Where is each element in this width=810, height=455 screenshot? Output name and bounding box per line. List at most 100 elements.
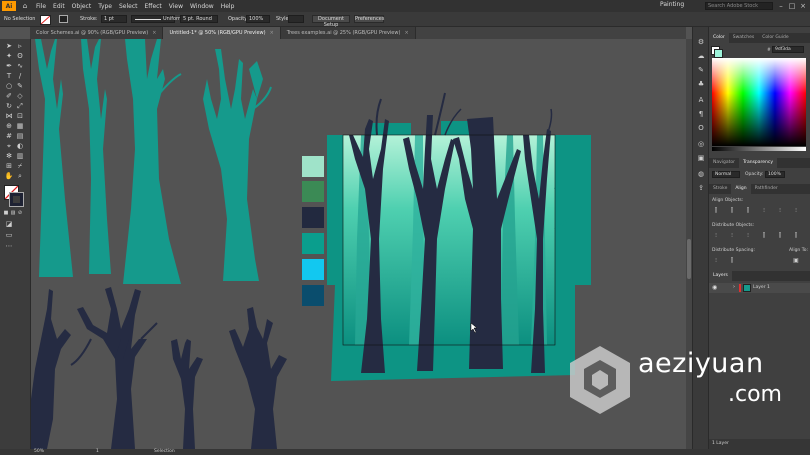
selection-tool-icon[interactable]: ➤ xyxy=(4,42,14,51)
symbol-sprayer-icon[interactable]: ✻ xyxy=(4,152,14,161)
tab-layers[interactable]: Layers xyxy=(709,271,732,281)
align-left-icon[interactable]: ⫿ xyxy=(713,207,719,214)
curvature-tool-icon[interactable]: ∿ xyxy=(15,62,25,71)
expand-layer-icon[interactable]: › xyxy=(733,284,735,290)
distribute-vcenter-icon[interactable]: ⫶ xyxy=(729,232,735,239)
color-mode-icon[interactable]: ■ xyxy=(3,209,9,218)
menu-view[interactable]: View xyxy=(169,3,183,10)
free-transform-icon[interactable]: ⊡ xyxy=(15,112,25,121)
graphic-styles-icon[interactable]: ▣ xyxy=(696,153,706,163)
distribute-right-icon[interactable]: ⫿ xyxy=(793,232,799,239)
graphic-style-picker[interactable] xyxy=(288,15,304,23)
distribute-top-icon[interactable]: ⫶ xyxy=(713,232,719,239)
pen-tool-icon[interactable]: ✒ xyxy=(4,62,14,71)
menu-object[interactable]: Object xyxy=(72,3,92,10)
screen-mode-icon[interactable]: ▭ xyxy=(4,231,14,240)
appearance-icon[interactable]: ◎ xyxy=(696,139,706,149)
transparency-opacity-field[interactable]: 100% xyxy=(765,171,785,178)
gradient-mode-icon[interactable]: ▨ xyxy=(10,209,16,218)
gradient-tool-icon[interactable]: ▤ xyxy=(15,132,25,141)
tab-stroke[interactable]: Stroke xyxy=(709,184,731,194)
zoom-tool-icon[interactable]: ⌕ xyxy=(15,172,25,181)
scale-tool-icon[interactable]: ⤢ xyxy=(15,102,25,111)
status-mode[interactable]: Selection xyxy=(154,449,175,455)
artboard-number[interactable]: 1 xyxy=(96,449,99,455)
menu-select[interactable]: Select xyxy=(119,3,138,10)
tab-align[interactable]: Align xyxy=(731,184,751,194)
panel-stroke-swatch[interactable] xyxy=(714,49,723,58)
magic-wand-icon[interactable]: ✦ xyxy=(4,52,14,61)
slice-tool-icon[interactable]: ⌿ xyxy=(15,162,25,171)
shape-builder-icon[interactable]: ⊕ xyxy=(4,122,14,131)
workspace-switcher[interactable]: Painting xyxy=(660,1,684,8)
eraser-tool-icon[interactable]: ◇ xyxy=(15,92,25,101)
stroke-weight-field[interactable]: 1 pt xyxy=(101,15,127,23)
align-vcenter-icon[interactable]: ⫶ xyxy=(777,207,783,214)
layer-row[interactable]: ◉ › Layer 1 xyxy=(709,283,810,293)
direct-selection-tool-icon[interactable]: ▹ xyxy=(15,42,25,51)
preferences-button[interactable]: Preferences xyxy=(354,15,384,23)
document-setup-button[interactable]: Document Setup xyxy=(312,15,350,28)
edit-toolbar-icon[interactable]: ⋯ xyxy=(4,242,14,251)
symbols-icon[interactable]: ♣ xyxy=(696,79,706,89)
draw-mode-icon[interactable]: ◪ xyxy=(4,220,14,229)
tab-trees-examples[interactable]: Trees examples.ai @ 25% (RGB/GPU Preview… xyxy=(280,27,416,39)
opentype-icon[interactable]: O xyxy=(696,123,706,133)
tab-color-guide[interactable]: Color Guide xyxy=(758,33,792,43)
menu-window[interactable]: Window xyxy=(190,3,214,10)
brushes-icon[interactable]: ✎ xyxy=(696,65,706,75)
tab-navigator[interactable]: Navigator xyxy=(709,158,739,168)
tab-color[interactable]: Color xyxy=(709,33,729,43)
distribute-bottom-icon[interactable]: ⫶ xyxy=(745,232,751,239)
mesh-tool-icon[interactable]: # xyxy=(4,132,14,141)
lasso-tool-icon[interactable]: ʘ xyxy=(15,52,25,61)
tab-transparency[interactable]: Transparency xyxy=(739,158,778,168)
menu-edit[interactable]: Edit xyxy=(53,3,65,10)
ellipse-tool-icon[interactable]: ○ xyxy=(4,82,14,91)
stock-search-input[interactable]: Search Adobe Stock xyxy=(705,2,773,10)
none-mode-icon[interactable]: ⊘ xyxy=(17,209,23,218)
distribute-hcenter-icon[interactable]: ⫿ xyxy=(777,232,783,239)
properties-icon[interactable]: ⚙ xyxy=(696,37,706,47)
blend-mode-select[interactable]: Normal xyxy=(712,171,740,178)
paragraph-icon[interactable]: ¶ xyxy=(696,109,706,119)
minimize-icon[interactable]: – xyxy=(776,1,786,11)
type-tool-icon[interactable]: T xyxy=(4,72,14,81)
perspective-grid-icon[interactable]: ▦ xyxy=(15,122,25,131)
rotate-tool-icon[interactable]: ↻ xyxy=(4,102,14,111)
spacing-vertical-icon[interactable]: ⫶ xyxy=(713,257,719,264)
align-bottom-icon[interactable]: ⫶ xyxy=(793,207,799,214)
brush-definition[interactable]: 5 pt. Round xyxy=(180,15,218,23)
home-icon[interactable]: ⌂ xyxy=(20,1,30,11)
align-right-icon[interactable]: ⫿ xyxy=(745,207,751,214)
layer-name[interactable]: Layer 1 xyxy=(753,285,770,290)
maximize-icon[interactable]: □ xyxy=(787,1,797,11)
asset-export-icon[interactable]: ⇪ xyxy=(696,183,706,193)
menu-help[interactable]: Help xyxy=(221,3,235,10)
hand-tool-icon[interactable]: ✋ xyxy=(4,172,14,181)
menu-effect[interactable]: Effect xyxy=(145,3,162,10)
tab-color-schemes[interactable]: Color Schemes.ai @ 90% (RGB/GPU Preview)… xyxy=(30,27,164,39)
spacing-horizontal-icon[interactable]: ⫿ xyxy=(729,257,735,264)
zoom-level[interactable]: 50% xyxy=(34,449,44,455)
tab-untitled-1[interactable]: Untitled-1* @ 50% (RGB/GPU Preview) × xyxy=(163,27,281,39)
stroke-swatch[interactable] xyxy=(59,15,68,23)
visibility-eye-icon[interactable]: ◉ xyxy=(712,284,717,291)
blend-tool-icon[interactable]: ◐ xyxy=(15,142,25,151)
stroke-color-box[interactable] xyxy=(9,192,24,207)
grayscale-ramp[interactable] xyxy=(712,147,806,151)
opacity-field[interactable]: 100% xyxy=(246,15,270,23)
align-to-selection-icon[interactable]: ▣ xyxy=(793,257,799,264)
fill-swatch[interactable] xyxy=(40,15,51,25)
menu-file[interactable]: File xyxy=(36,3,46,10)
eyedropper-icon[interactable]: ⌖ xyxy=(4,142,14,151)
libraries-icon[interactable]: ☁ xyxy=(696,51,706,61)
shaper-tool-icon[interactable]: ✐ xyxy=(4,92,14,101)
close-icon[interactable]: × xyxy=(798,1,808,11)
paintbrush-tool-icon[interactable]: ✎ xyxy=(15,82,25,91)
align-hcenter-icon[interactable]: ⫿ xyxy=(729,207,735,214)
tab-pathfinder[interactable]: Pathfinder xyxy=(751,184,782,194)
color-spectrum[interactable] xyxy=(712,58,806,146)
distribute-left-icon[interactable]: ⫿ xyxy=(761,232,767,239)
hex-input[interactable]: 9df3da xyxy=(772,46,804,53)
